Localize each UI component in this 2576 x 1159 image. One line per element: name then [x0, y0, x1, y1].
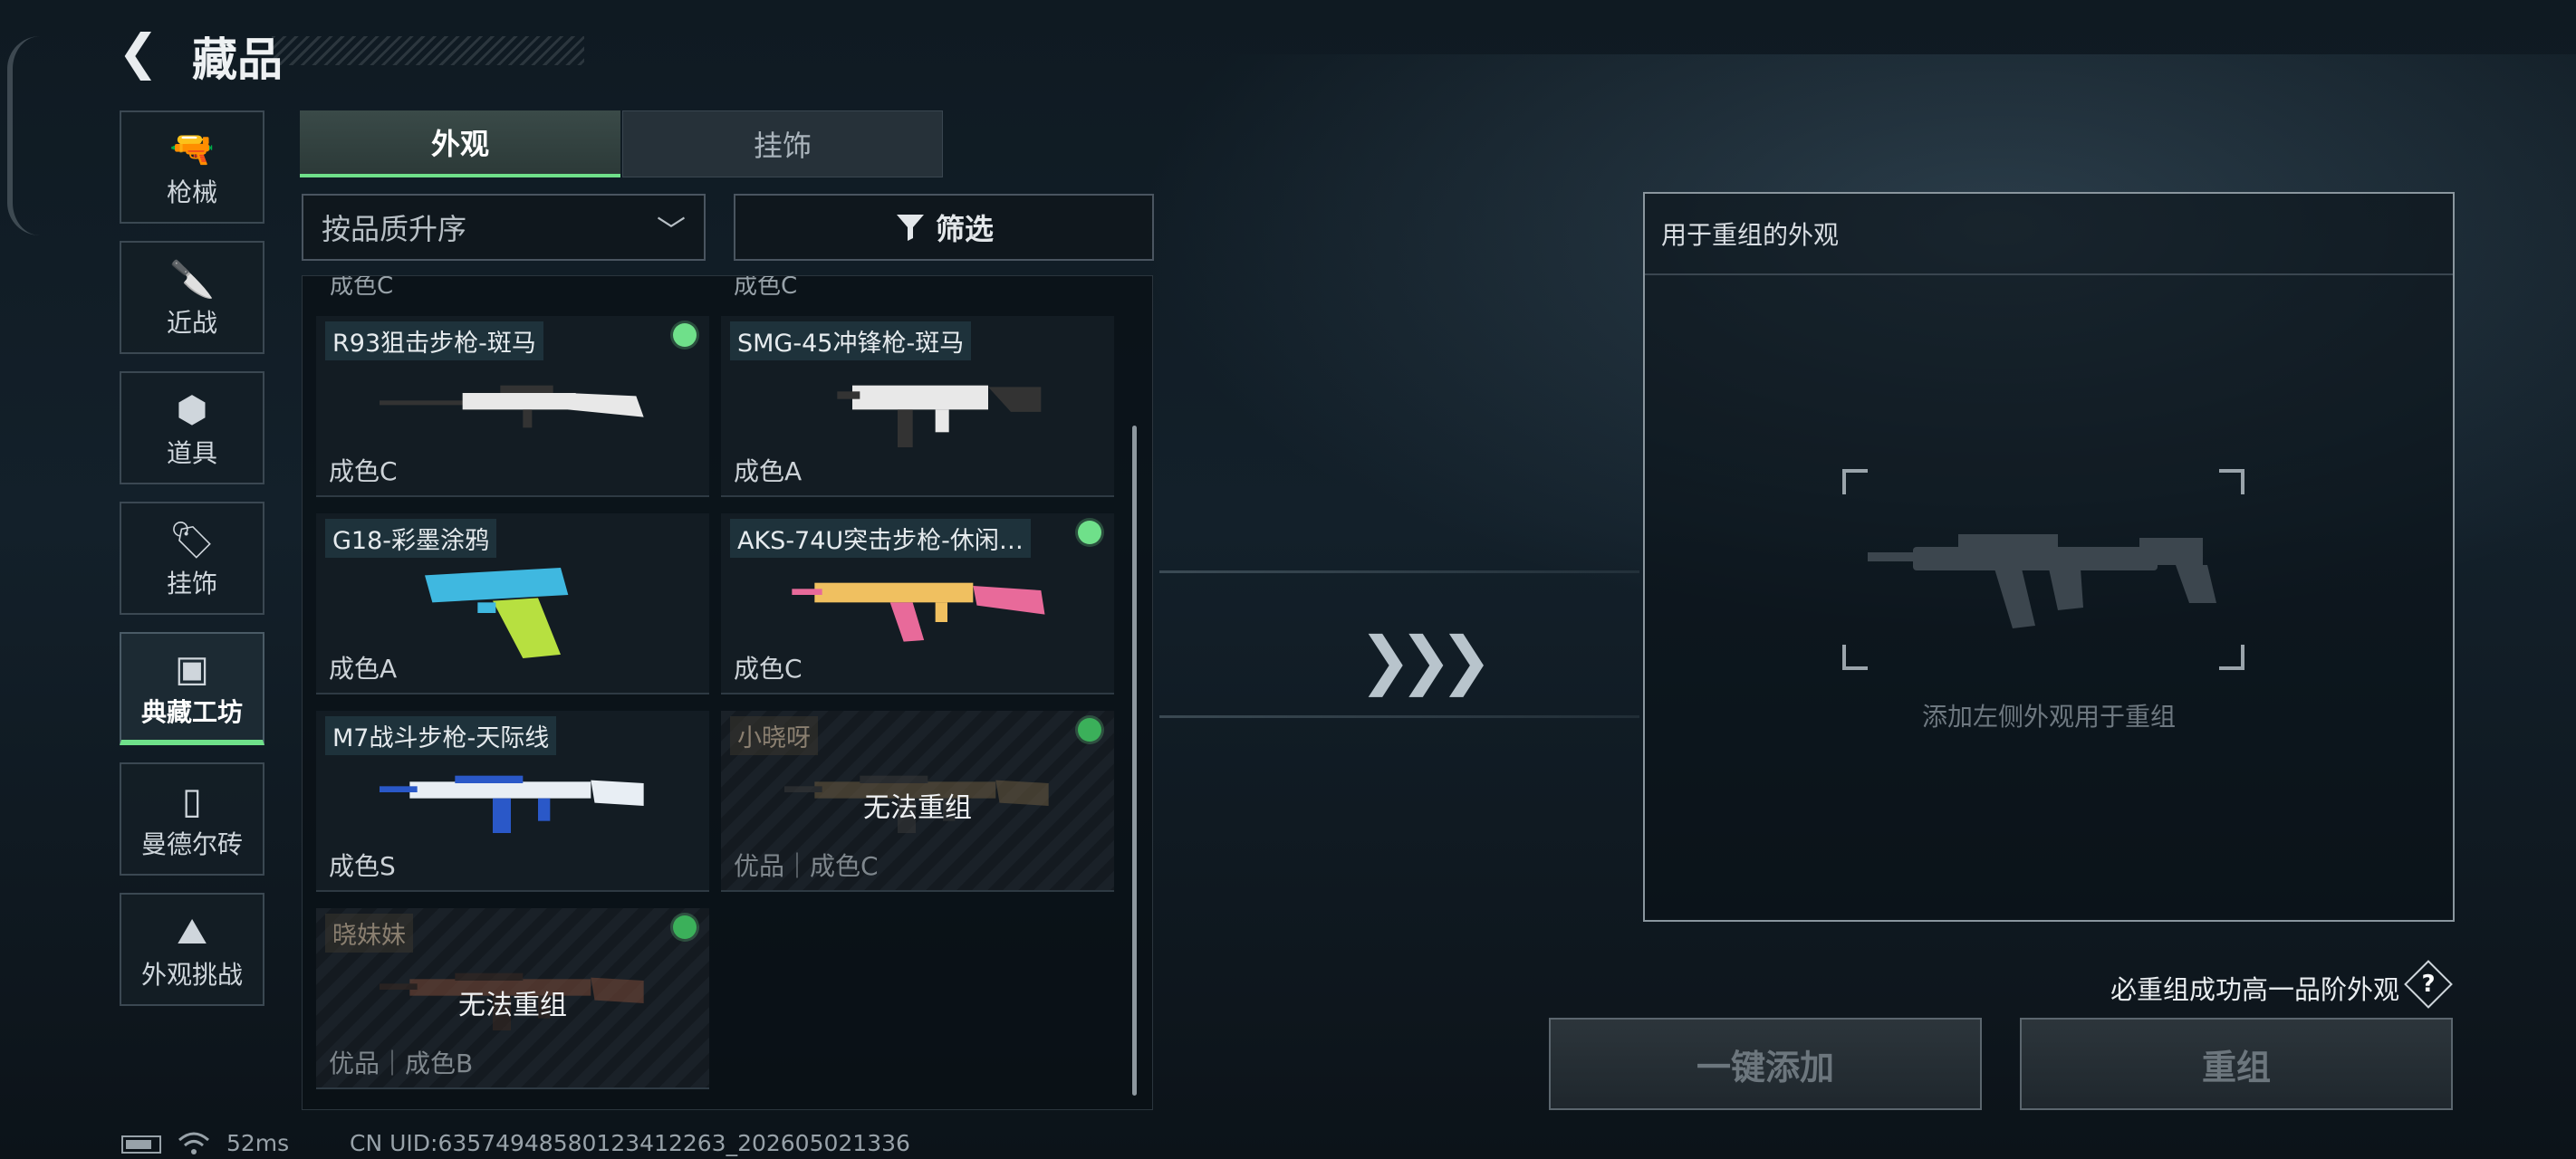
chevron-down-icon: ﹀ [656, 214, 686, 248]
recombine-hint: 添加左侧外观用于重组 [1921, 702, 2176, 732]
cannot-recombine-label: 无法重组 [458, 990, 567, 1021]
filter-icon [896, 215, 924, 241]
uid-readout: CN UID:63574948580123412263_202605021336 [350, 1130, 910, 1156]
connector-line [1159, 715, 1639, 718]
recombine-slot-panel[interactable]: 用于重组的外观 添加左侧外观用于重组 [1643, 192, 2455, 922]
challenge-icon: ⛰ [177, 910, 207, 953]
skin-name: AKS-74U突击步枪-休闲… [730, 519, 1031, 558]
skin-name: 小晓呀 [730, 716, 818, 755]
weapon-skin-image [380, 775, 644, 833]
skin-grade: 成色A [734, 456, 803, 486]
recombine-panel-header: 用于重组的外观 [1645, 194, 2453, 275]
skin-list-panel: 成色C 成色C R93狙击步枪-斑马 成色C SMG-45冲锋枪-斑马 成色A G18-… [302, 275, 1153, 1110]
skin-name: R93狙击步枪-斑马 [325, 321, 543, 360]
skin-card[interactable]: G18-彩墨涂鸦成色A [316, 513, 709, 694]
sidebar-item-5[interactable]: ▯ 曼德尔砖 [120, 762, 264, 876]
selected-indicator [1078, 718, 1101, 742]
back-button[interactable]: ❮ [118, 25, 163, 80]
weapon-skin-image [425, 568, 569, 658]
selected-indicator [673, 915, 697, 939]
sidebar-item-3[interactable]: 🏷 挂饰 [120, 502, 264, 615]
chevron-left-icon: ❮ [118, 24, 159, 81]
weapon-skin-image [792, 582, 1045, 642]
items-icon: ⬢ [176, 388, 208, 431]
battery-icon [121, 1135, 161, 1154]
sidebar-item-2[interactable]: ⬢ 道具 [120, 371, 264, 484]
triple-chevron-right-icon: ❯❯❯ [1359, 623, 1493, 697]
skin-card[interactable]: 小晓呀无法重组优品｜成色C [721, 711, 1114, 892]
partial-row: 成色C 成色C [303, 275, 1152, 300]
sidebar-item-label: 外观挑战 [140, 959, 243, 990]
partial-grade: 成色C [734, 275, 798, 300]
charm-icon: 🏷 [168, 519, 216, 561]
partial-grade: 成色C [330, 275, 394, 300]
recombine-button[interactable]: 重组 [2020, 1018, 2453, 1110]
pistol-icon: 🔫 [169, 128, 215, 170]
filter-button[interactable]: 筛选 [734, 194, 1154, 261]
sidebar-item-label: 道具 [166, 437, 217, 468]
weapon-placeholder-icon [1842, 469, 2244, 670]
skin-card[interactable]: SMG-45冲锋枪-斑马成色A [721, 316, 1114, 497]
weapon-skin-image [837, 385, 1042, 447]
filter-label: 筛选 [935, 212, 994, 246]
skin-name: 晓妹妹 [325, 914, 413, 953]
skin-grade: 成色C [734, 654, 803, 684]
list-scrollbar[interactable] [1132, 426, 1137, 1096]
tab-appearance[interactable]: 外观 [300, 110, 620, 177]
one-click-add-button[interactable]: 一键添加 [1549, 1018, 1982, 1110]
recombine-note: 必重组成功高一品阶外观 [2110, 974, 2400, 1005]
connector-line [1159, 570, 1639, 573]
sidebar-item-label: 典藏工坊 [140, 696, 243, 727]
wifi-icon [178, 1132, 209, 1154]
skin-grade: 成色C [329, 456, 398, 486]
skin-grade: 优品｜成色C [734, 851, 879, 881]
page-title: 藏品 [192, 34, 283, 86]
cannot-recombine-label: 无法重组 [863, 792, 972, 824]
sidebar-item-0[interactable]: 🔫 枪械 [120, 110, 264, 224]
skin-card[interactable]: 晓妹妹无法重组优品｜成色B [316, 908, 709, 1089]
skin-name: G18-彩墨涂鸦 [325, 519, 497, 558]
sidebar-item-label: 曼德尔砖 [140, 829, 243, 859]
tab-charms[interactable]: 挂饰 [622, 110, 943, 177]
selected-indicator [1078, 521, 1101, 544]
knife-icon: 🔪 [169, 258, 215, 301]
weapon-skin-image [380, 385, 644, 428]
skin-grade: 优品｜成色B [329, 1049, 474, 1078]
selected-indicator [673, 323, 697, 347]
title-stripe-decoration [272, 36, 584, 65]
ping-readout: 52ms [226, 1130, 290, 1156]
skin-card[interactable]: R93狙击步枪-斑马成色C [316, 316, 709, 497]
edge-arc-decoration [7, 36, 40, 235]
skin-grade: 成色A [329, 654, 398, 684]
sidebar-item-label: 挂饰 [166, 568, 217, 599]
sidebar-item-label: 枪械 [166, 177, 217, 207]
sort-dropdown[interactable]: 按品质升序 ﹀ [302, 194, 706, 261]
skin-name: SMG-45冲锋枪-斑马 [730, 321, 972, 360]
skin-card[interactable]: AKS-74U突击步枪-休闲… 成色C [721, 513, 1114, 694]
sidebar-item-label: 近战 [166, 307, 217, 338]
workshop-icon: ▣ [175, 647, 209, 690]
sidebar-item-6[interactable]: ⛰ 外观挑战 [120, 893, 264, 1006]
sidebar-item-1[interactable]: 🔪 近战 [120, 241, 264, 354]
sort-value: 按品质升序 [322, 212, 467, 246]
mandel-brick-icon: ▯ [181, 780, 202, 822]
skin-name: M7战斗步枪-天际线 [325, 716, 557, 755]
sidebar-item-4[interactable]: ▣ 典藏工坊 [120, 632, 264, 745]
skin-grade: 成色S [329, 851, 396, 881]
question-icon[interactable]: ? [2411, 967, 2446, 1001]
skin-card[interactable]: M7战斗步枪-天际线成色S [316, 711, 709, 892]
